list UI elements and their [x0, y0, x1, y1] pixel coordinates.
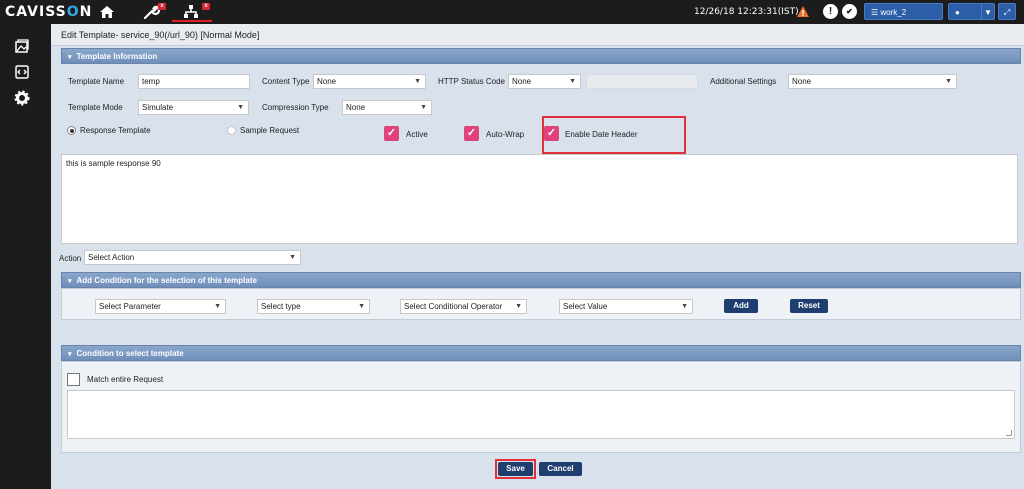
conditional-operator-select[interactable]: Select Conditional Operator ▼	[400, 299, 527, 314]
response-template-label: Response Template	[80, 126, 151, 135]
template-mode-select[interactable]: Simulate ▼	[138, 100, 249, 115]
content-type-label: Content Type	[262, 77, 310, 86]
auto-wrap-label: Auto-Wrap	[486, 130, 525, 139]
chevron-down-icon: ▼	[358, 303, 365, 310]
template-name-label: Template Name	[68, 77, 125, 86]
collapse-icon: ▾	[68, 54, 72, 61]
cavisson-logo[interactable]: CAVISSON	[5, 4, 92, 20]
action-select[interactable]: Select Action ▼	[84, 250, 301, 265]
response-body-textarea[interactable]: this is sample response 90	[61, 154, 1018, 244]
check-status-icon[interactable]: ✔	[842, 4, 857, 19]
sample-request-label: Sample Request	[240, 126, 300, 135]
resize-handle-icon[interactable]	[1006, 430, 1012, 436]
action-label: Action	[59, 254, 82, 263]
home-icon[interactable]	[98, 3, 116, 21]
chevron-down-icon: ▼	[414, 78, 421, 85]
user-icon: ●	[955, 8, 960, 17]
list-icon: ☰	[871, 8, 879, 17]
additional-settings-label: Additional Settings	[710, 77, 777, 86]
type-select[interactable]: Select type ▼	[257, 299, 370, 314]
chevron-down-icon: ▼	[681, 303, 688, 310]
alert-icon[interactable]: !	[823, 4, 838, 19]
additional-settings-select[interactable]: None ▼	[788, 74, 957, 89]
warning-icon[interactable]	[796, 5, 810, 18]
fullscreen-icon[interactable]: ⤢	[998, 3, 1016, 20]
chevron-down-icon: ▼	[420, 104, 427, 111]
reset-button[interactable]: Reset	[790, 299, 828, 313]
value-select[interactable]: Select Value ▼	[559, 299, 693, 314]
parameter-select[interactable]: Select Parameter ▼	[95, 299, 226, 314]
close-icon[interactable]: x	[158, 3, 166, 10]
active-tab-indicator	[172, 20, 212, 22]
chevron-down-icon: ▼	[214, 303, 221, 310]
add-condition-header[interactable]: ▾ Add Condition for the selection of this…	[61, 272, 1021, 288]
left-sidebar	[0, 24, 51, 489]
compression-type-label: Compression Type	[262, 103, 329, 112]
gear-icon[interactable]	[14, 90, 30, 106]
auto-wrap-checkbox[interactable]: ✓	[464, 126, 479, 141]
add-button[interactable]: Add	[724, 299, 758, 313]
server-datetime: 12/26/18 12:23:31(IST)	[694, 7, 799, 17]
chevron-down-icon: ▼	[289, 254, 296, 261]
close-icon[interactable]: x	[202, 3, 210, 10]
page-title: Edit Template- service_90(/url_90) [Norm…	[51, 24, 1024, 46]
chevron-down-icon: ▼	[515, 303, 522, 310]
enable-date-header-label: Enable Date Header	[565, 130, 638, 139]
http-status-code-select[interactable]: None ▼	[508, 74, 581, 89]
response-template-radio[interactable]	[67, 126, 76, 135]
sitemap-icon[interactable]	[182, 3, 200, 21]
match-entire-request-checkbox[interactable]	[67, 373, 80, 386]
content-type-select[interactable]: None ▼	[313, 74, 426, 89]
compression-type-select[interactable]: None ▼	[342, 100, 432, 115]
match-entire-request-label: Match entire Request	[87, 375, 164, 384]
sample-request-radio[interactable]	[227, 126, 236, 135]
template-name-input[interactable]: temp	[138, 74, 250, 89]
top-bar: CAVISSON x x 12/26/18 12:23:31(IST) ! ✔ …	[0, 0, 1024, 34]
condition-textarea[interactable]	[67, 390, 1015, 439]
http-status-code-label: HTTP Status Code	[438, 77, 505, 86]
template-mode-label: Template Mode	[68, 103, 123, 112]
template-information-header[interactable]: ▾ Template Information	[61, 48, 1021, 64]
chevron-down-icon: ▼	[945, 78, 952, 85]
enable-date-header-checkbox[interactable]: ✓	[544, 126, 559, 141]
http-status-text-input[interactable]	[586, 74, 698, 89]
active-checkbox[interactable]: ✓	[384, 126, 399, 141]
cancel-button[interactable]: Cancel	[539, 462, 582, 476]
active-label: Active	[406, 130, 428, 139]
gallery-icon[interactable]	[14, 38, 30, 54]
chevron-down-icon: ▼	[569, 78, 576, 85]
chevron-down-icon: ▼	[237, 104, 244, 111]
user-menu-caret-icon[interactable]: ▼	[981, 3, 995, 20]
code-file-icon[interactable]	[14, 64, 30, 80]
save-button[interactable]: Save	[498, 462, 533, 476]
workspace-button[interactable]: ☰ work_2	[864, 3, 943, 20]
condition-select-header[interactable]: ▾ Condition to select template	[61, 345, 1021, 361]
